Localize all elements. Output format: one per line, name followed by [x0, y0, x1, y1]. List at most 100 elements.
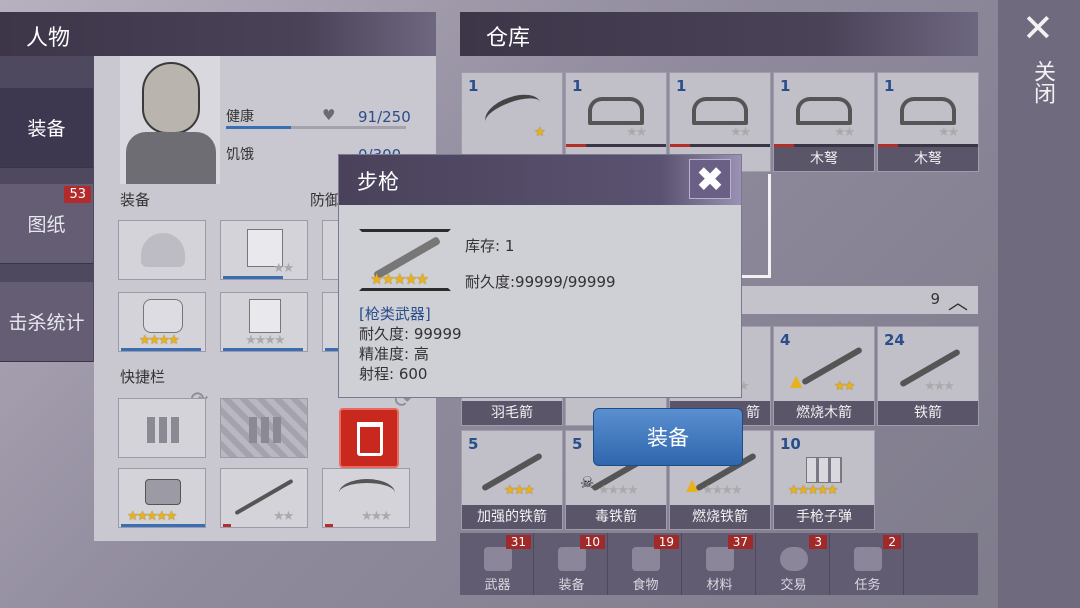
item-name: 木弩 — [774, 147, 874, 171]
crossbow-icon — [796, 97, 852, 125]
item-name: 铁箭 — [878, 401, 978, 425]
tab-badge: 19 — [653, 535, 679, 549]
ammo-icon — [806, 457, 842, 483]
nav-blueprints-label: 图纸 — [27, 214, 66, 236]
tab-label: 装备 — [558, 578, 585, 593]
hotbar-section-label: 快捷栏 — [120, 368, 166, 386]
tab-badge: 10 — [579, 535, 605, 549]
item-stars: ★★ — [730, 125, 751, 140]
slot-gloves[interactable]: ★★★★ — [118, 292, 206, 352]
equip-button[interactable]: 装备 — [593, 408, 743, 466]
nav-equipment[interactable]: 装备 — [0, 88, 93, 168]
close-icon: ✖ — [695, 160, 725, 200]
popup-accuracy: 精准度: 高 — [359, 345, 429, 363]
nav-kill-stats-label: 击杀统计 — [8, 312, 85, 334]
helmet-icon — [141, 233, 185, 267]
nav-equipment-label: 装备 — [27, 118, 66, 140]
close-icon[interactable]: ✕ — [1022, 6, 1054, 50]
category-tab-bar: 31 武器 10 装备 19 食物 37 材料 3 交易 2 任务 — [460, 533, 978, 595]
tab-equipment[interactable]: 10 装备 — [536, 533, 608, 595]
item-stars: ★★ — [626, 125, 647, 140]
durability-bar — [670, 144, 770, 147]
item-burning-wood-arrow[interactable]: 4 ▲ ★★ 燃烧木箭 — [773, 326, 875, 426]
item-count: 1 — [572, 77, 583, 95]
item-crossbow-4[interactable]: 1 ★★ 木弩 — [877, 72, 979, 172]
tab-label: 食物 — [632, 578, 659, 593]
fire-icon: ▲ — [790, 371, 803, 390]
item-count: 1 — [884, 77, 895, 95]
materials-icon — [706, 547, 734, 571]
popup-close-button[interactable]: ✖ — [689, 159, 731, 200]
revolver-icon — [145, 479, 181, 505]
hotbar-slot-2[interactable] — [220, 398, 308, 458]
portrait-body — [126, 132, 216, 184]
item-crossbow-3[interactable]: 1 ★★ 木弩 — [773, 72, 875, 172]
hotbar-slot-bow[interactable]: ★★★ — [322, 468, 410, 528]
key-icon — [854, 547, 882, 571]
tab-food[interactable]: 19 食物 — [610, 533, 682, 595]
hotbar-slot-revolver[interactable]: ★★★★★ — [118, 468, 206, 528]
item-count: 1 — [468, 77, 479, 95]
popup-durability-summary: 耐久度:99999/99999 — [465, 273, 616, 291]
health-value: 91/250 — [358, 108, 411, 126]
portrait-head — [142, 62, 200, 134]
item-stars: ★★★ — [504, 483, 535, 498]
character-portrait — [120, 56, 220, 184]
tab-materials[interactable]: 37 材料 — [684, 533, 756, 595]
crossbow-icon — [692, 97, 748, 125]
defense-section-label: 防御 — [310, 191, 341, 209]
item-stars: ★★ — [938, 125, 959, 140]
item-iron-arrow[interactable]: 24 ★★★ 铁箭 — [877, 326, 979, 426]
shirt-stars: ★★ — [273, 261, 294, 276]
gloves-icon — [143, 299, 183, 333]
nav-blueprints[interactable]: 图纸 53 — [0, 184, 93, 264]
left-nav: 装备 图纸 53 击杀统计 — [0, 56, 94, 362]
warehouse-title: 仓库 — [486, 26, 531, 51]
section-bar: 9 ︿ — [740, 286, 978, 314]
item-name: 燃烧铁箭 — [670, 505, 770, 529]
tab-trade[interactable]: 3 交易 — [758, 533, 830, 595]
item-stars: ★★ — [834, 379, 855, 394]
item-count: 1 — [676, 77, 687, 95]
bullets-icon-disabled — [249, 417, 281, 443]
health-bar — [226, 126, 406, 129]
poison-icon: ☠ — [580, 473, 595, 492]
tab-quests[interactable]: 2 任务 — [832, 533, 904, 595]
equipment-section-label: 装备 — [120, 191, 151, 209]
slot-shirt[interactable]: ★★ — [220, 220, 308, 280]
tab-weapons[interactable]: 31 武器 — [462, 533, 534, 595]
item-stars: ★★ — [834, 125, 855, 140]
hotbar-slot-spear[interactable]: ★★ — [220, 468, 308, 528]
popup-stock: 库存: 1 — [465, 237, 515, 255]
hotbar-slot-1[interactable] — [118, 398, 206, 458]
item-count: 1 — [780, 77, 791, 95]
crossbow-icon — [900, 97, 956, 125]
popup-item-stars: ★★★★★ — [370, 270, 429, 288]
popup-durability: 耐久度: 99999 — [359, 325, 462, 343]
page-count: 9 — [930, 290, 940, 308]
tab-label: 交易 — [780, 578, 807, 593]
food-icon — [632, 547, 660, 571]
bow-icon — [339, 479, 395, 507]
item-name: 毒铁箭 — [566, 505, 666, 529]
close-rail[interactable]: ✕ 关闭 — [998, 0, 1080, 608]
item-count: 5 — [572, 435, 583, 453]
close-label[interactable]: 关闭 — [1026, 60, 1058, 104]
revolver-stars: ★★★★★ — [127, 509, 177, 524]
item-reinforced-iron-arrow[interactable]: 5 ★★★ 加强的铁箭 — [461, 430, 563, 530]
tab-badge: 2 — [883, 535, 901, 549]
item-stars: ★★★ — [924, 379, 955, 394]
slot-helmet[interactable] — [118, 220, 206, 280]
trade-icon — [780, 547, 808, 571]
slot-pants[interactable]: ★★★★ — [220, 292, 308, 352]
item-pistol-ammo[interactable]: 10 ★★★★★ 手枪子弹 — [773, 430, 875, 530]
durability-bar — [566, 144, 666, 147]
popup-header: 步枪 ✖ — [339, 155, 741, 205]
popup-title: 步枪 — [357, 170, 399, 194]
nav-kill-stats[interactable]: 击杀统计 — [0, 282, 93, 362]
pants-icon — [249, 299, 281, 333]
pants-stars: ★★★★ — [245, 333, 286, 348]
trash-button[interactable] — [339, 408, 399, 468]
chevron-up-icon[interactable]: ︿ — [948, 286, 968, 315]
item-count: 10 — [780, 435, 801, 453]
